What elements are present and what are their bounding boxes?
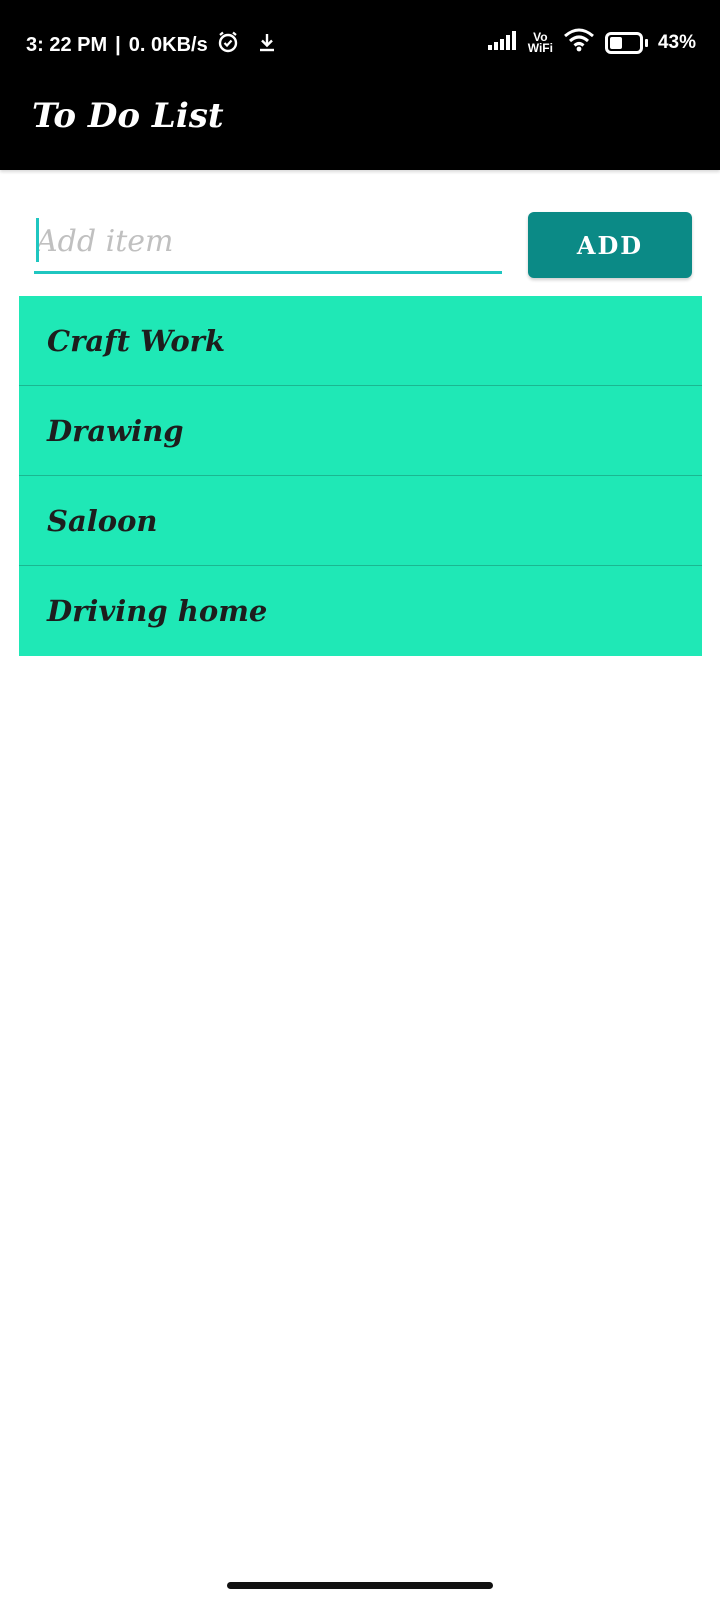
download-icon [258, 32, 276, 58]
status-left: 3: 22 PM | 0. 0KB/s [26, 30, 276, 60]
battery-tip [644, 39, 648, 47]
item-input-container [34, 212, 502, 274]
battery-fill [609, 37, 622, 49]
app-bar: To Do List [0, 88, 720, 170]
list-item-label: Craft Work [47, 323, 226, 358]
wifi-icon [563, 28, 595, 58]
battery-percent: 43% [657, 32, 696, 53]
app-title: To Do List [32, 96, 224, 136]
text-cursor [36, 218, 39, 262]
add-button[interactable]: ADD [528, 212, 692, 278]
list-item[interactable]: Saloon [19, 476, 702, 566]
alarm-icon [216, 30, 240, 60]
vowifi-indicator: Vo WiFi [527, 31, 553, 55]
status-separator: | [115, 33, 121, 56]
battery-body [604, 32, 643, 54]
screen: 3: 22 PM | 0. 0KB/s Vo WiFi 43% To Do Li… [0, 0, 720, 1600]
list-item-label: Drawing [47, 413, 184, 448]
todo-list: Craft Work Drawing Saloon Driving home [19, 296, 702, 656]
status-bar: 3: 22 PM | 0. 0KB/s Vo WiFi 43% [0, 0, 720, 88]
list-item[interactable]: Craft Work [19, 296, 702, 386]
status-time: 3: 22 PM [26, 33, 108, 56]
list-item[interactable]: Drawing [19, 386, 702, 476]
vowifi-bottom: WiFi [527, 41, 553, 55]
list-item-label: Driving home [47, 594, 268, 628]
status-right: Vo WiFi 43% [487, 28, 696, 58]
home-gesture-bar[interactable] [227, 1582, 493, 1589]
signal-icon [487, 30, 518, 56]
list-item-label: Saloon [47, 503, 158, 538]
list-item[interactable]: Driving home [19, 566, 702, 656]
battery-icon [604, 32, 648, 54]
add-item-input[interactable] [34, 212, 502, 271]
network-speed: 0. 0KB/s [128, 33, 208, 56]
